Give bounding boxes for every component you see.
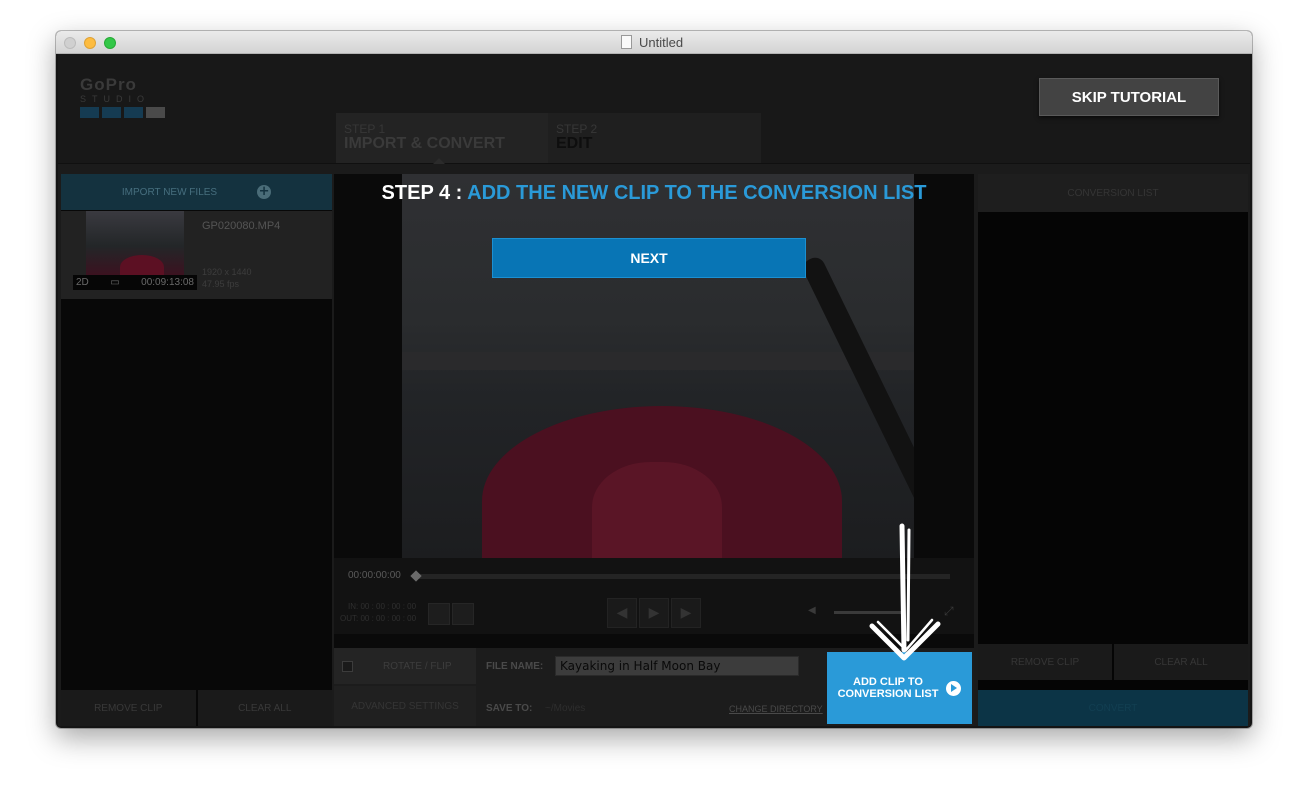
rotate-flip-checkbox[interactable] [342, 660, 353, 672]
thumbnail-kayak-shape [120, 255, 164, 275]
rotate-flip-toggle[interactable]: ROTATE / FLIP [334, 648, 476, 684]
change-directory-link[interactable]: CHANGE DIRECTORY [729, 704, 823, 714]
tutorial-step-text: ADD THE NEW CLIP TO THE CONVERSION LIST [467, 182, 927, 204]
clip-thumbnail [86, 211, 184, 275]
clear-all-button[interactable]: CLEAR ALL [197, 690, 332, 726]
in-point-label: IN: 00 : 00 : 00 : 00 [348, 602, 417, 611]
step-label: EDIT [556, 135, 593, 152]
add-clip-line-2: CONVERSION LIST [837, 688, 939, 700]
active-step-indicator [433, 158, 445, 164]
add-clip-label: ADD CLIP TO CONVERSION LIST [838, 676, 939, 700]
play-icon: ▶ [648, 605, 660, 621]
mark-in-button[interactable] [428, 603, 450, 625]
playhead-handle[interactable] [410, 570, 422, 582]
video-shoreline [402, 352, 914, 370]
conversion-list-header: CONVERSION LIST [978, 174, 1248, 212]
save-to-path: ~/Movies [545, 703, 586, 714]
video-preview[interactable] [402, 174, 914, 558]
app-window: Untitled GoPro STUDIO STEP 1 IMPORT & CO… [56, 31, 1252, 728]
tutorial-arrow-icon [869, 523, 941, 661]
title-bar: Untitled [56, 31, 1252, 54]
tab-step-1-import-convert[interactable]: STEP 1 IMPORT & CONVERT [336, 113, 548, 163]
camera-icon: ▭ [110, 277, 120, 288]
conversion-list-panel: CONVERSION LIST REMOVE CLIP CLEAR ALL CO… [978, 174, 1248, 726]
media-bin-actions: REMOVE CLIP CLEAR ALL [61, 690, 332, 726]
step-back-button[interactable]: ◀ [607, 598, 637, 628]
speaker-icon: ◀ [808, 605, 816, 616]
logo-main-text: GoPro [80, 75, 137, 94]
file-name-label: FILE NAME: [486, 661, 544, 672]
plus-icon: + [257, 184, 272, 199]
app-header: GoPro STUDIO STEP 1 IMPORT & CONVERT STE… [58, 54, 1250, 164]
video-kayak-deck [592, 462, 722, 558]
in-out-points: IN: 00 : 00 : 00 : 00 OUT: 00 : 00 : 00 … [340, 601, 416, 625]
media-bin-panel: IMPORT NEW FILES + 2D ▭ 00:09:13:08 GP02… [61, 174, 332, 726]
tutorial-instruction: STEP 4 : ADD THE NEW CLIP TO THE CONVERS… [334, 180, 974, 206]
rotate-flip-label: ROTATE / FLIP [383, 660, 452, 672]
step-number: STEP 2 [556, 122, 598, 136]
skip-tutorial-button[interactable]: SKIP TUTORIAL [1039, 78, 1219, 116]
maximize-window-button[interactable] [104, 37, 116, 49]
gopro-studio-app: GoPro STUDIO STEP 1 IMPORT & CONVERT STE… [58, 54, 1250, 726]
window-title: Untitled [639, 35, 684, 50]
conversion-clear-all-button[interactable]: CLEAR ALL [1114, 644, 1248, 680]
document-icon [621, 35, 632, 49]
step-forward-icon: ▶ [680, 605, 692, 621]
advanced-settings-button[interactable]: ADVANCED SETTINGS [334, 686, 476, 726]
logo-blocks [80, 107, 165, 118]
tab-step-2-edit[interactable]: STEP 2 EDIT [548, 113, 761, 163]
logo-sub-text: STUDIO [80, 94, 151, 104]
tutorial-step-label: STEP 4 : [381, 182, 463, 204]
clip-duration: 00:09:13:08 [141, 277, 194, 288]
clip-fps: 47.95 fps [202, 279, 240, 289]
logo-block [80, 107, 99, 118]
import-label: IMPORT NEW FILES [121, 186, 218, 198]
clip-resolution: 1920 x 1440 [202, 267, 252, 277]
save-to-label: SAVE TO: [486, 703, 533, 714]
step-label: IMPORT & CONVERT [344, 135, 505, 152]
step-forward-button[interactable]: ▶ [671, 598, 701, 628]
logo-block [124, 107, 143, 118]
logo-block [146, 107, 165, 118]
conversion-remove-clip-button[interactable]: REMOVE CLIP [978, 644, 1112, 680]
logo-block [102, 107, 121, 118]
mark-out-button[interactable] [452, 603, 474, 625]
transport-controls: ◀ ▶ ▶ [607, 598, 701, 628]
close-window-button[interactable] [64, 37, 76, 49]
clip-list-item[interactable]: 2D ▭ 00:09:13:08 GP020080.MP4 1920 x 144… [61, 211, 332, 299]
play-button[interactable]: ▶ [639, 598, 669, 628]
out-point-label: OUT: 00 : 00 : 00 : 00 [340, 614, 417, 623]
step-back-icon: ◀ [616, 605, 628, 621]
current-timecode: 00:00:00:00 [348, 570, 401, 581]
minimize-window-button[interactable] [84, 37, 96, 49]
file-name-input[interactable] [555, 656, 799, 676]
gopro-studio-logo: GoPro STUDIO [80, 76, 165, 118]
conversion-list-actions: REMOVE CLIP CLEAR ALL [978, 644, 1248, 680]
remove-clip-button[interactable]: REMOVE CLIP [61, 690, 196, 726]
clip-meta-bar: 2D ▭ 00:09:13:08 [73, 275, 197, 290]
arrow-circle-icon [946, 680, 962, 696]
mark-buttons [428, 603, 474, 625]
import-new-files-button[interactable]: IMPORT NEW FILES + [61, 174, 332, 210]
clip-filename: GP020080.MP4 [202, 220, 281, 232]
tutorial-next-button[interactable]: NEXT [492, 238, 806, 278]
clip-mode: 2D [76, 277, 89, 288]
add-clip-line-1: ADD CLIP TO [853, 676, 923, 688]
convert-button[interactable]: CONVERT [978, 690, 1248, 726]
step-number: STEP 1 [344, 122, 386, 136]
